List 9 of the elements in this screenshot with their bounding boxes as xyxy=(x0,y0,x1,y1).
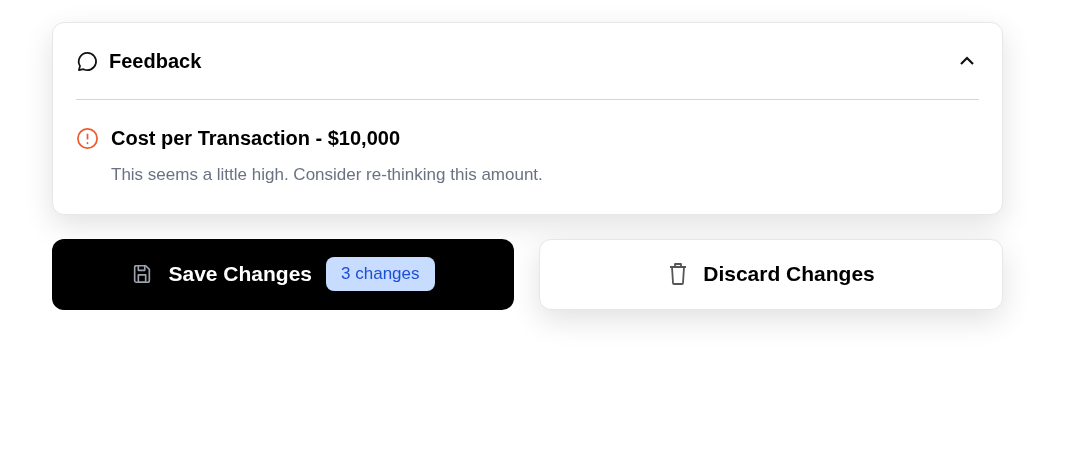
save-changes-button[interactable]: Save Changes 3 changes xyxy=(52,238,514,310)
chat-bubble-icon xyxy=(76,49,99,73)
warning-icon xyxy=(76,127,99,150)
feedback-title: Feedback xyxy=(109,49,202,74)
feedback-item-title: Cost per Transaction - $10,000 xyxy=(111,126,401,151)
feedback-message: This seems a little high. Consider re-thinking this amount. xyxy=(111,164,543,186)
discard-changes-button[interactable]: Discard Changes xyxy=(539,238,1003,310)
chevron-up-icon xyxy=(959,56,975,66)
changes-count-badge: 3 changes xyxy=(326,257,435,291)
